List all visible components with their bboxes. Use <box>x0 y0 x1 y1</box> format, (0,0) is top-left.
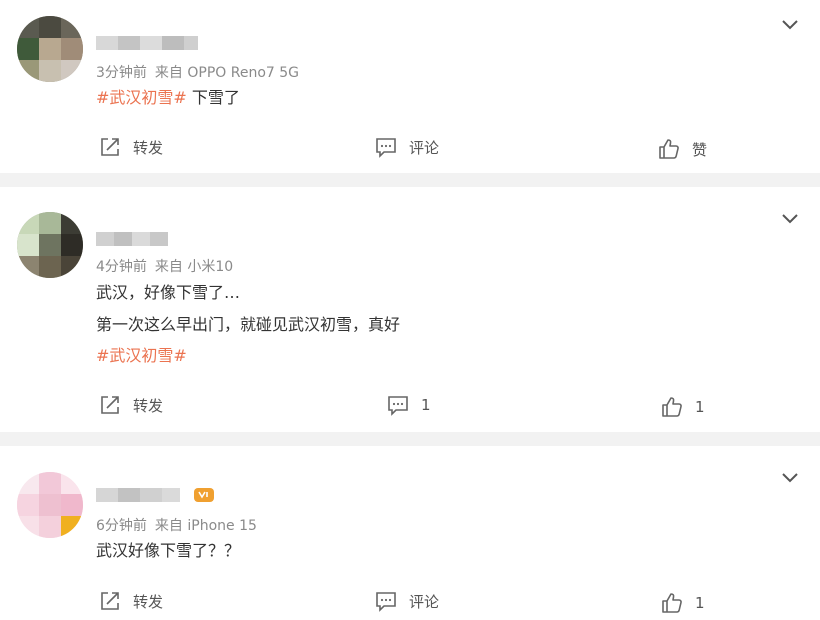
separator <box>0 173 820 187</box>
comment-icon <box>388 396 408 416</box>
like-button[interactable]: 赞 <box>658 138 707 160</box>
repost-icon <box>101 592 119 610</box>
comment-button[interactable]: 评论 <box>375 136 439 158</box>
repost-button[interactable]: 转发 <box>99 590 163 612</box>
comment-count: 1 <box>421 396 431 414</box>
post-card: 3分钟前 来自 OPPO Reno7 5G #武汉初雪# 下雪了 转发 评论 赞 <box>0 0 820 173</box>
username[interactable] <box>96 230 171 248</box>
post-text: 下雪了 <box>186 88 240 107</box>
repost-label: 转发 <box>133 592 164 611</box>
comment-icon <box>376 138 396 158</box>
comment-button[interactable]: 评论 <box>375 590 439 612</box>
post-content: #武汉初雪# 下雪了 <box>96 87 240 109</box>
post-text-line: 武汉，好像下雪了… <box>96 283 241 302</box>
post-time[interactable]: 3分钟前 <box>96 65 147 81</box>
repost-icon <box>101 396 119 414</box>
like-icon <box>659 139 679 159</box>
avatar[interactable] <box>17 16 83 82</box>
like-label: 赞 <box>692 140 708 159</box>
hashtag-link[interactable]: #武汉初雪# <box>96 88 187 107</box>
repost-icon <box>101 138 119 156</box>
like-button[interactable]: 1 <box>661 396 705 418</box>
post-time[interactable]: 4分钟前 <box>96 259 147 275</box>
repost-button[interactable]: 转发 <box>99 136 163 158</box>
post-meta: 6分钟前 来自 iPhone 15 <box>96 515 257 535</box>
username[interactable] <box>96 34 206 52</box>
post-content: #武汉初雪# <box>96 345 187 367</box>
separator <box>0 432 820 446</box>
post-meta: 4分钟前 来自 小米10 <box>96 256 233 276</box>
post-source: 来自 iPhone 15 <box>154 518 257 534</box>
repost-label: 转发 <box>133 396 164 415</box>
chevron-down-icon[interactable] <box>780 467 800 487</box>
username[interactable] <box>96 486 182 504</box>
like-count: 1 <box>695 398 705 416</box>
comment-button[interactable]: 1 <box>387 394 431 416</box>
post-card: 4分钟前 来自 小米10 武汉，好像下雪了… 第一次这么早出门，就碰见武汉初雪，真… <box>0 187 820 432</box>
comment-icon <box>376 592 396 612</box>
hashtag-link[interactable]: #武汉初雪# <box>96 346 187 365</box>
avatar[interactable] <box>17 212 83 278</box>
chevron-down-icon[interactable] <box>780 14 800 34</box>
comment-label: 评论 <box>409 592 440 611</box>
chevron-down-icon[interactable] <box>780 208 800 228</box>
like-icon <box>662 593 682 613</box>
post-card: 6分钟前 来自 iPhone 15 武汉好像下雪了？？ 转发 评论 1 <box>0 446 820 620</box>
post-time[interactable]: 6分钟前 <box>96 518 147 534</box>
repost-label: 转发 <box>133 138 164 157</box>
post-source: 来自 小米10 <box>154 259 234 275</box>
post-source: 来自 OPPO Reno7 5G <box>154 65 300 81</box>
avatar[interactable] <box>17 472 83 538</box>
post-text: 武汉好像下雪了？？ <box>96 541 241 560</box>
vip-badge-icon[interactable] <box>193 486 215 504</box>
post-text-line: 第一次这么早出门，就碰见武汉初雪，真好 <box>96 315 401 334</box>
weibo-feed: 3分钟前来自 OPPO Reno7 5G #武汉初雪# 下雪了 转发 评论 赞 <box>0 0 820 620</box>
like-icon <box>662 397 682 417</box>
like-button[interactable]: 1 <box>661 592 705 614</box>
repost-button[interactable]: 转发 <box>99 394 163 416</box>
comment-label: 评论 <box>409 138 440 157</box>
like-count: 1 <box>695 594 705 612</box>
post-meta: 3分钟前 来自 OPPO Reno7 5G <box>96 62 299 82</box>
